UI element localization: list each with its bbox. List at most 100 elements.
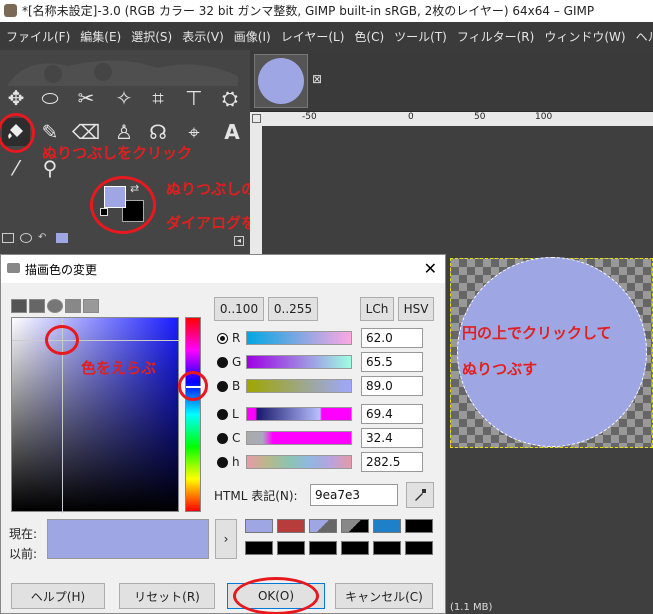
menu-edit[interactable]: 編集(E) bbox=[76, 28, 127, 45]
history-swatch[interactable] bbox=[309, 541, 337, 555]
channel-g-slider[interactable] bbox=[246, 355, 352, 369]
channel-b-spin[interactable]: 89.0 bbox=[361, 376, 423, 396]
history-swatch[interactable] bbox=[277, 519, 305, 533]
menu-filters[interactable]: フィルター(R) bbox=[453, 28, 540, 45]
help-button[interactable]: ヘルプ(H) bbox=[11, 583, 105, 609]
annotation-canvas-line1: 円の上でクリックして bbox=[462, 324, 612, 342]
warp-transform-icon[interactable]: ⊤ bbox=[180, 84, 208, 112]
text-tool-icon[interactable]: A bbox=[218, 118, 246, 146]
close-image-icon[interactable]: ⊠ bbox=[312, 72, 322, 86]
dialog-titlebar: 描画色の変更 ✕ bbox=[1, 255, 445, 283]
history-swatch[interactable] bbox=[245, 541, 273, 555]
html-notation-label: HTML 表記(N): bbox=[214, 489, 298, 503]
menu-layer[interactable]: レイヤー(L) bbox=[277, 28, 351, 45]
annotation-ring-hue bbox=[178, 371, 208, 401]
image-canvas[interactable] bbox=[450, 257, 653, 448]
channel-r-radio[interactable] bbox=[217, 333, 228, 344]
previous-label: 以前: bbox=[9, 547, 38, 561]
close-icon[interactable]: ✕ bbox=[424, 259, 437, 278]
channel-h-label: h bbox=[232, 455, 240, 469]
ruler-tick: 0 bbox=[408, 112, 414, 122]
eyedropper-button[interactable] bbox=[406, 482, 434, 508]
dock-config-icon[interactable]: ◂ bbox=[234, 236, 244, 246]
cmyk-selector-icon[interactable] bbox=[29, 299, 45, 313]
range-100-button[interactable]: 0..100 bbox=[214, 297, 264, 321]
channel-l-label: L bbox=[232, 407, 239, 421]
eyedropper-icon bbox=[415, 489, 426, 501]
channel-b-label: B bbox=[232, 379, 241, 393]
crop-tool-icon[interactable]: ⌗ bbox=[144, 84, 172, 112]
cancel-button[interactable]: キャンセル(C) bbox=[335, 583, 433, 609]
undo-history-tab-icon[interactable]: ↶ bbox=[38, 233, 50, 243]
channel-h-slider[interactable] bbox=[246, 455, 352, 469]
filled-circle[interactable] bbox=[457, 257, 647, 447]
channel-c-radio[interactable] bbox=[217, 433, 228, 444]
channel-r-slider[interactable] bbox=[246, 331, 352, 345]
channel-c-label: C bbox=[232, 431, 241, 445]
fuzzy-select-icon[interactable]: ✧ bbox=[110, 84, 138, 112]
channel-b-radio[interactable] bbox=[217, 381, 228, 392]
saturation-value-square[interactable] bbox=[11, 317, 180, 513]
channel-h-spin[interactable]: 282.5 bbox=[361, 452, 423, 472]
triangle-selector-icon[interactable] bbox=[65, 299, 81, 313]
history-swatch[interactable] bbox=[341, 519, 369, 533]
palette-selector-icon[interactable] bbox=[83, 299, 99, 313]
channel-l-radio[interactable] bbox=[217, 409, 228, 420]
channel-l-spin[interactable]: 69.4 bbox=[361, 404, 423, 424]
channel-g-radio[interactable] bbox=[217, 357, 228, 368]
history-swatch[interactable] bbox=[373, 541, 401, 555]
menu-windows[interactable]: ウィンドウ(W) bbox=[540, 28, 631, 45]
channel-l-slider[interactable] bbox=[246, 407, 352, 421]
ellipse-select-icon[interactable]: ⬭ bbox=[36, 84, 64, 112]
channel-h-radio[interactable] bbox=[217, 457, 228, 468]
menu-help[interactable]: ヘルプ(H) bbox=[632, 28, 653, 45]
history-swatch[interactable] bbox=[405, 541, 433, 555]
fg-color-tab-icon[interactable] bbox=[56, 233, 68, 243]
current-previous-swatch bbox=[47, 519, 209, 559]
wheel-selector-icon[interactable] bbox=[47, 299, 63, 313]
ruler-tick: -50 bbox=[302, 112, 317, 122]
gimp-selector-icon[interactable] bbox=[11, 299, 27, 313]
history-swatch[interactable] bbox=[373, 519, 401, 533]
menu-image[interactable]: 画像(I) bbox=[230, 28, 277, 45]
color-selector-tabs bbox=[11, 299, 99, 313]
history-swatch[interactable] bbox=[309, 519, 337, 533]
range-255-button[interactable]: 0..255 bbox=[268, 297, 318, 321]
dialog-title: 描画色の変更 bbox=[25, 262, 98, 277]
annotation-ring-bucket bbox=[0, 113, 35, 153]
html-notation-input[interactable]: 9ea7e3 bbox=[310, 484, 398, 506]
add-to-history-button[interactable]: › bbox=[215, 519, 237, 559]
history-swatch[interactable] bbox=[245, 519, 273, 533]
channel-c-slider[interactable] bbox=[246, 431, 352, 445]
channel-g-spin[interactable]: 65.5 bbox=[361, 352, 423, 372]
hue-strip[interactable] bbox=[185, 317, 202, 512]
reset-button[interactable]: リセット(R) bbox=[119, 583, 215, 609]
menu-tools[interactable]: ツール(T) bbox=[390, 28, 453, 45]
menubar: ファイル(F) 編集(E) 選択(S) 表示(V) 画像(I) レイヤー(L) … bbox=[0, 22, 653, 50]
history-swatch[interactable] bbox=[277, 541, 305, 555]
dialog-app-icon bbox=[7, 263, 20, 273]
move-tool-icon[interactable]: ✥ bbox=[2, 84, 30, 112]
image-tab-thumbnail[interactable] bbox=[254, 54, 308, 108]
channel-c-spin[interactable]: 32.4 bbox=[361, 428, 423, 448]
menu-file[interactable]: ファイル(F) bbox=[2, 28, 76, 45]
hsv-button[interactable]: HSV bbox=[398, 297, 434, 321]
device-status-tab-icon[interactable] bbox=[20, 233, 32, 243]
scissors-select-icon[interactable]: ✂ bbox=[72, 84, 100, 112]
window-title: *[名称未設定]-3.0 (RGB カラー 32 bit ガンマ整数, GIMP… bbox=[22, 4, 595, 18]
channel-r-spin[interactable]: 62.0 bbox=[361, 328, 423, 348]
menu-colors[interactable]: 色(C) bbox=[350, 28, 390, 45]
annotation-bucket: ぬりつぶしをクリック bbox=[42, 144, 193, 162]
ruler-tick: 100 bbox=[535, 112, 553, 122]
color-picker-icon[interactable]: ⁄ bbox=[2, 154, 30, 182]
menu-view[interactable]: 表示(V) bbox=[178, 28, 230, 45]
history-swatch[interactable] bbox=[405, 519, 433, 533]
menu-select[interactable]: 選択(S) bbox=[127, 28, 178, 45]
channel-b-slider[interactable] bbox=[246, 379, 352, 393]
gimp-app-icon bbox=[4, 4, 17, 17]
lch-button[interactable]: LCh bbox=[360, 297, 394, 321]
tool-options-tab-icon[interactable] bbox=[2, 233, 14, 243]
heal-tool-icon[interactable]: ⛭ bbox=[216, 84, 244, 112]
quick-mask-icon[interactable] bbox=[252, 114, 261, 123]
history-swatch[interactable] bbox=[341, 541, 369, 555]
